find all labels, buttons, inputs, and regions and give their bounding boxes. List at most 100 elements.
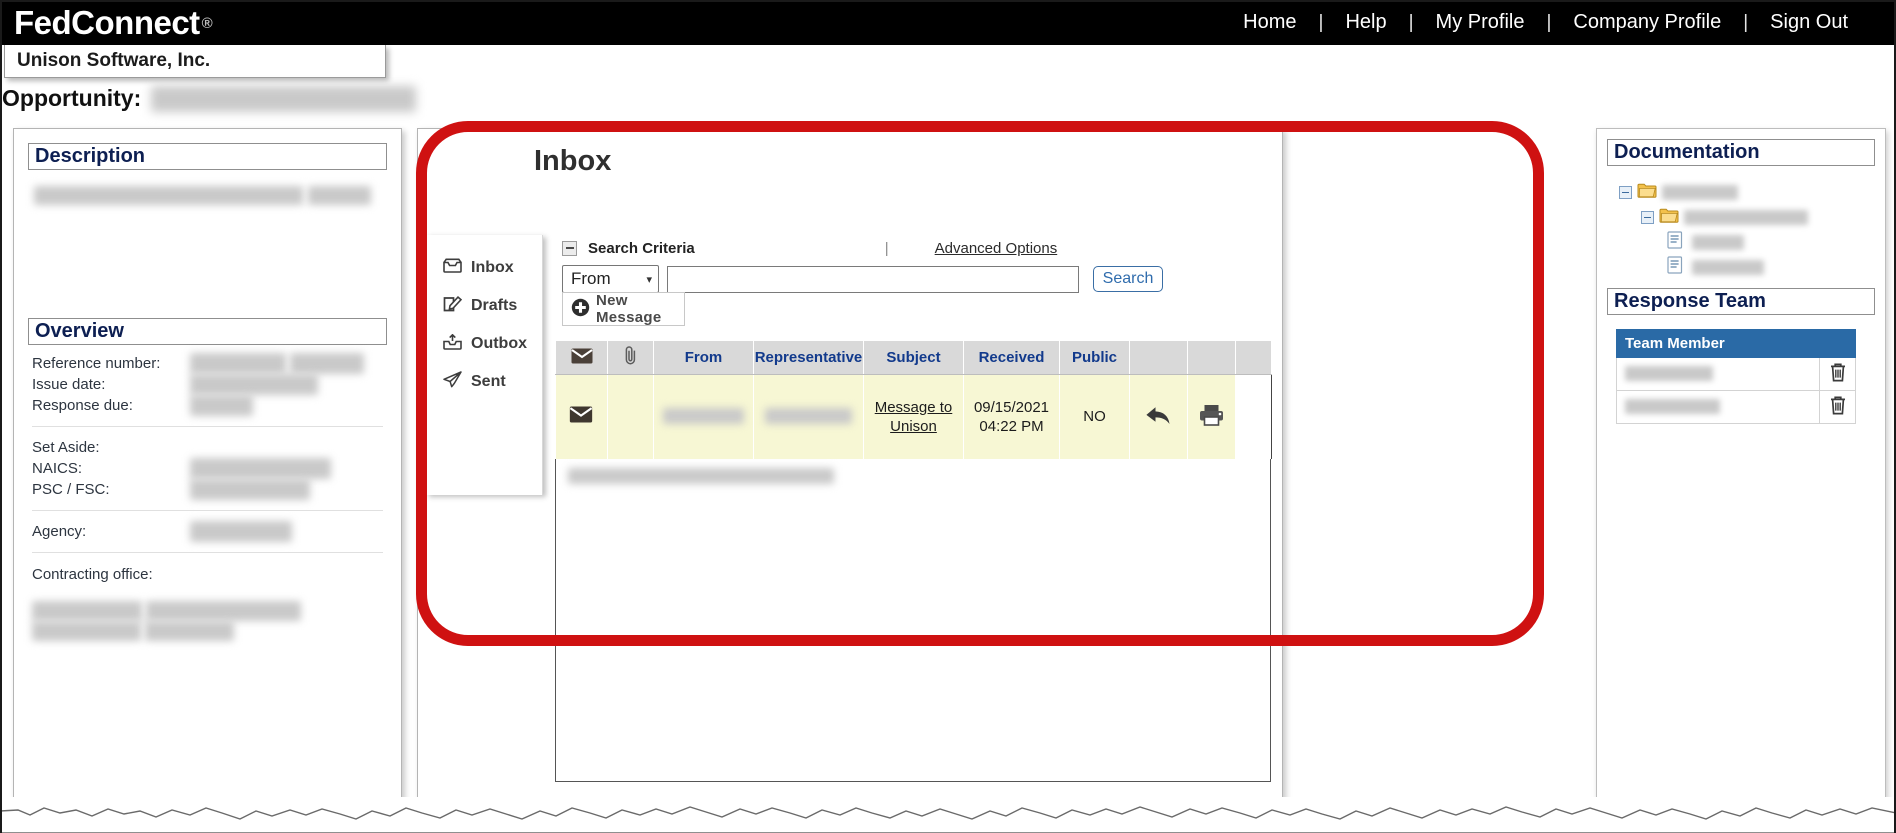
value-response-due-extra: xxxxxxxxx [190, 395, 253, 416]
cell-representative: xxxxxxx xxxxx [753, 374, 864, 459]
advanced-options-link[interactable]: Advanced Options [935, 240, 1058, 257]
company-name-tab[interactable]: Unison Software, Inc. [4, 45, 386, 78]
tree-node-label: xx xxx xx xxx [1662, 185, 1738, 200]
opportunity-label: Opportunity: [2, 85, 142, 111]
folder-label-drafts: Drafts [471, 297, 518, 314]
search-button[interactable]: Search [1093, 266, 1163, 292]
team-member-name: xxxxxxxxx xxxxx [1625, 399, 1720, 414]
tree-node-document[interactable]: xxxxxxxx [1611, 230, 1875, 255]
tree-node-label: xxx xx xxxxx [1692, 260, 1765, 275]
label-issue-date: Issue date: [32, 376, 106, 393]
cell-delete-member[interactable] [1819, 390, 1856, 424]
nav-separator: | [1743, 11, 1749, 33]
inbox-panel: Inbox Inbox Drafts Outbox Sent Search Cr… [417, 128, 1283, 800]
divider [32, 510, 383, 511]
cell-reply[interactable] [1129, 374, 1188, 459]
search-input[interactable] [667, 265, 1079, 293]
label-contracting-office: Contracting office: [32, 566, 153, 583]
description-line-2: xxxxxxxxx [307, 186, 371, 205]
collapse-search-toggle[interactable] [562, 240, 577, 256]
column-header-representative[interactable]: Representative [753, 340, 864, 375]
cell-from: xxxxx xxxxxx [653, 374, 754, 459]
overview-section-header: Overview [28, 318, 387, 345]
cell-print[interactable] [1187, 374, 1236, 459]
tree-node-level1[interactable]: xx xxx xx xxx [1611, 180, 1875, 205]
left-details-panel: Description xxxxxxxxx xxxx xxxx xx xxxxx… [13, 128, 402, 800]
documentation-title: Documentation [1614, 141, 1760, 163]
column-header-attachment[interactable] [607, 340, 654, 375]
cell-team-member-name: xxxxxxx xxxxxx [1616, 357, 1820, 391]
cell-attachment [607, 374, 654, 459]
column-header-from[interactable]: From [653, 340, 754, 375]
documentation-section-header: Documentation [1607, 139, 1875, 166]
column-header-subject[interactable]: Subject [863, 340, 964, 375]
message-preview-text: xxx xxxx xxxx xx xxxxx xxx xxxx xxxx xx … [568, 468, 835, 484]
folder-item-outbox[interactable]: Outbox [426, 325, 542, 363]
document-icon [1667, 256, 1683, 279]
new-message-button[interactable]: New Message [562, 292, 685, 326]
nav-separator: | [1408, 11, 1414, 33]
inbox-page-title: Inbox [534, 145, 612, 177]
document-icon [1667, 231, 1683, 254]
column-header-spacer [1235, 340, 1272, 375]
table-header-row: From Representative Subject Received Pub… [555, 340, 1272, 375]
folder-item-drafts[interactable]: Drafts [426, 287, 542, 325]
search-field-selected-value: From [571, 269, 611, 288]
description-body: xxxxxxxxx xxxx xxxx xx xxxxxxx x xxxx xx… [28, 178, 387, 318]
expand-collapse-icon[interactable] [1641, 211, 1654, 224]
cell-team-member-name: xxxxxxxxx xxxxx [1616, 390, 1820, 424]
table-row: xxxxxxx xxxxxx [1616, 357, 1856, 391]
top-navigation-bar: FedConnect ® Home | Help | My Profile | C… [0, 0, 1896, 45]
label-agency: Agency: [32, 523, 87, 540]
brand-text: FedConnect [14, 3, 200, 41]
table-row[interactable]: xxxxx xxxxxx xxxxxxx xxxxx Message to Un… [555, 374, 1272, 459]
folder-item-sent[interactable]: Sent [426, 363, 542, 401]
nav-link-home[interactable]: Home [1221, 11, 1318, 34]
search-criteria-label: Search Criteria [588, 239, 695, 257]
right-side-panel: Documentation xx xxx xx xxx xxx xxxxxxxx… [1596, 128, 1886, 800]
search-criteria-area: Search Criteria | Advanced Options From … [562, 237, 1274, 293]
divider [32, 426, 383, 427]
team-member-name: xxxxxxx xxxxxx [1625, 366, 1714, 381]
label-naics: NAICS: [32, 460, 83, 477]
folder-label-sent: Sent [471, 373, 506, 390]
value-reference-number: xx xxxx xx xxxx [190, 353, 286, 374]
expand-collapse-icon[interactable] [1619, 186, 1632, 199]
torn-paper-edge [0, 797, 1896, 833]
cell-subject[interactable]: Message to Unison [863, 374, 964, 459]
nav-link-company-profile[interactable]: Company Profile [1551, 11, 1743, 34]
column-header-received[interactable]: Received [963, 340, 1060, 375]
folder-item-inbox[interactable]: Inbox [426, 249, 542, 287]
subject-link[interactable]: Message to Unison [868, 398, 959, 436]
value-response-due: xxxxxxx xx xx xx xxx [190, 374, 318, 395]
nav-link-my-profile[interactable]: My Profile [1414, 11, 1547, 34]
cell-representative-value: xxxxxxx xxxxx [764, 408, 853, 425]
cell-read-status[interactable] [555, 374, 608, 459]
nav-link-help[interactable]: Help [1323, 11, 1408, 34]
value-set-aside [190, 437, 383, 458]
sent-icon [443, 371, 462, 393]
outbox-icon [443, 333, 462, 355]
app-window: FedConnect ® Home | Help | My Profile | C… [0, 0, 1896, 833]
contracting-office-line-3: xxxxxxxxx xxxxxx [32, 621, 141, 641]
label-reference-number: Reference number: [32, 355, 161, 372]
folder-label-outbox: Outbox [471, 335, 527, 352]
column-header-public[interactable]: Public [1059, 340, 1130, 375]
cell-public: NO [1059, 374, 1130, 459]
envelope-icon [569, 406, 593, 427]
documentation-tree: xx xxx xx xxx xxx xxxxxxxxx xxxxxx xxxxx… [1607, 174, 1875, 288]
contracting-office-group: Contracting office: xxx xxxxx xx xxxx xx… [28, 563, 387, 641]
tree-node-level2[interactable]: xxx xxxxxxxxx xxxxxx [1611, 205, 1875, 230]
response-team-section-header: Response Team [1607, 288, 1875, 315]
column-header-read[interactable] [555, 340, 608, 375]
cell-delete-member[interactable] [1819, 357, 1856, 391]
tree-node-document[interactable]: xxx xx xxxxx [1611, 255, 1875, 280]
nav-link-sign-out[interactable]: Sign Out [1748, 11, 1870, 34]
message-preview-pane: xxx xxxx xxxx xx xxxxx xxx xxxx xxxx xx … [555, 459, 1271, 782]
description-section-header: Description [28, 143, 387, 170]
top-nav-links: Home | Help | My Profile | Company Profi… [1221, 11, 1870, 34]
cell-from-value: xxxxx xxxxxx [663, 408, 744, 425]
divider [32, 552, 383, 553]
search-field-select[interactable]: From ▾ [562, 265, 659, 293]
contracting-office-line-1: xxx xxxxx xx xxxx [32, 601, 142, 621]
